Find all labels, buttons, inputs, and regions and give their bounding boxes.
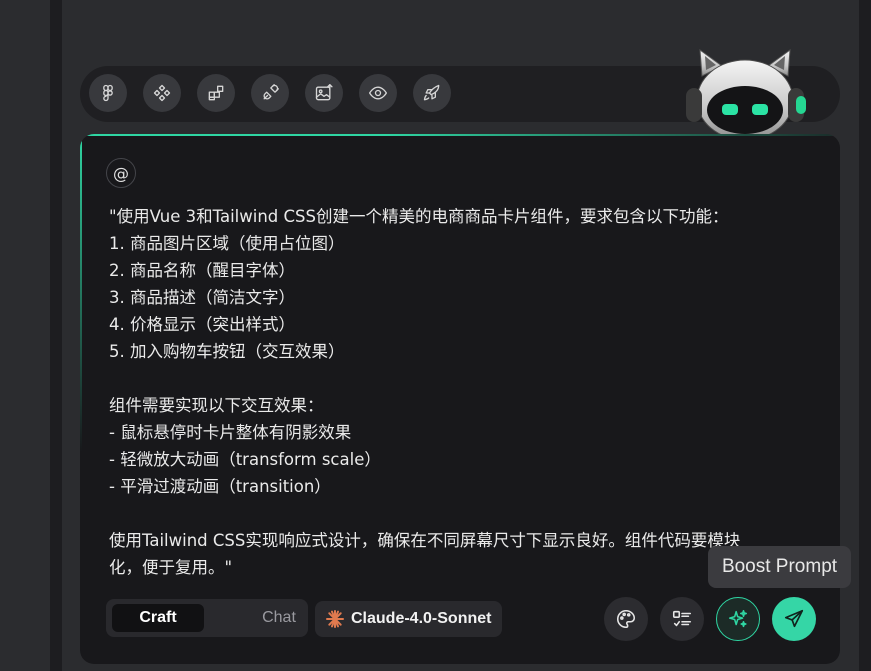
mode-craft-tab[interactable]: Craft <box>112 604 204 632</box>
model-label: Claude-4.0-Sonnet <box>351 610 492 627</box>
task-list-button[interactable] <box>660 597 704 641</box>
deploy-button[interactable] <box>413 74 451 112</box>
rocket-icon <box>423 84 440 101</box>
boost-prompt-tooltip: Boost Prompt <box>708 546 851 588</box>
mode-toggle: Craft Chat <box>106 599 308 637</box>
preview-button[interactable] <box>359 74 397 112</box>
send-icon <box>784 609 804 628</box>
plug-button[interactable] <box>251 74 289 112</box>
claude-logo-icon <box>326 610 344 628</box>
figma-button[interactable] <box>89 74 127 112</box>
image-upload-button[interactable] <box>305 74 343 112</box>
sparkles-icon <box>728 609 748 628</box>
theme-button[interactable] <box>604 597 648 641</box>
robot-mascot-icon <box>686 48 806 140</box>
checklist-icon <box>672 610 692 627</box>
blocks-icon <box>208 85 224 101</box>
figma-icon <box>103 84 113 102</box>
prompt-textarea[interactable]: "使用Vue 3和Tailwind CSS创建一个精美的电商商品卡片组件，要求包… <box>109 203 769 581</box>
mode-chat-tab[interactable]: Chat <box>232 604 326 632</box>
model-selector[interactable]: Claude-4.0-Sonnet <box>315 601 502 637</box>
eye-icon <box>369 86 387 100</box>
mention-button[interactable]: @ <box>106 158 136 188</box>
boost-prompt-button[interactable] <box>716 597 760 641</box>
right-divider <box>859 0 871 671</box>
image-upload-icon <box>315 84 333 101</box>
left-divider <box>50 0 62 671</box>
plug-icon <box>263 84 279 100</box>
send-button[interactable] <box>772 597 816 641</box>
left-background <box>0 0 50 671</box>
palette-icon <box>617 609 636 629</box>
components-icon <box>153 84 171 102</box>
blocks-button[interactable] <box>197 74 235 112</box>
components-button[interactable] <box>143 74 181 112</box>
